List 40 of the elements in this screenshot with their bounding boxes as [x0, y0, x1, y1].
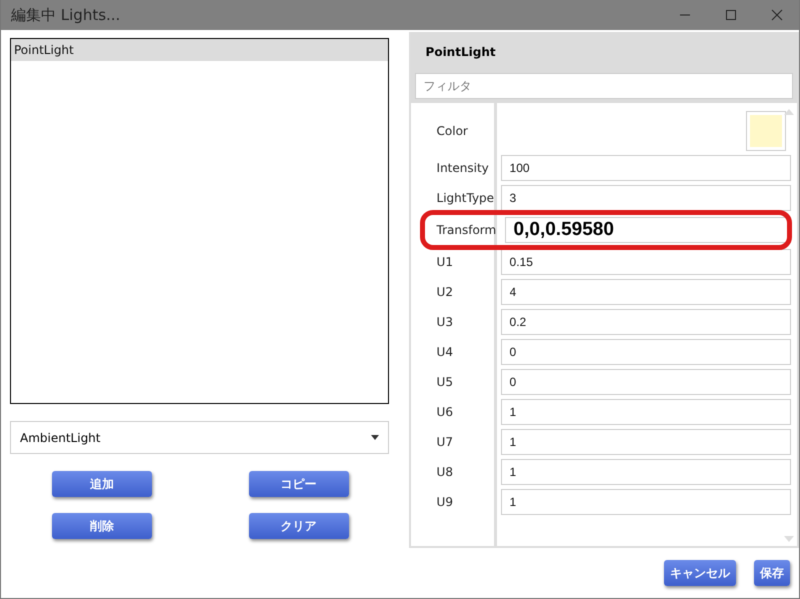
property-label: U1: [436, 255, 454, 269]
window-title: 編集中 Lights...: [11, 6, 120, 24]
property-field[interactable]: 0: [500, 369, 791, 395]
property-label: U9: [436, 495, 454, 509]
property-field[interactable]: 0.2: [500, 309, 791, 335]
panel-title: PointLight: [424, 45, 497, 59]
property-field[interactable]: 0: [500, 339, 791, 365]
close-icon[interactable]: [771, 9, 783, 21]
property-field[interactable]: 1: [500, 429, 791, 455]
light-type-dropdown[interactable]: AmbientLight: [10, 421, 389, 454]
property-field[interactable]: 4: [500, 279, 791, 305]
property-field[interactable]: 3: [500, 185, 791, 211]
maximize-icon[interactable]: [725, 9, 737, 21]
property-field[interactable]: 1: [500, 489, 791, 515]
property-label: U4: [436, 345, 454, 359]
list-item[interactable]: PointLight: [11, 39, 388, 61]
property-label: U5: [436, 375, 454, 389]
caret-icon: [370, 435, 379, 440]
action-button[interactable]: コピー: [248, 471, 349, 497]
property-label: U8: [436, 465, 454, 479]
action-button[interactable]: 削除: [52, 513, 152, 539]
property-label: U2: [436, 285, 454, 299]
property-label: U3: [436, 315, 454, 329]
property-label: U6: [436, 405, 454, 419]
property-label: U7: [436, 435, 454, 449]
dialog-button[interactable]: 保存: [754, 560, 790, 586]
action-button[interactable]: 追加: [52, 471, 152, 497]
property-field[interactable]: 0,0,0.59580: [504, 217, 791, 243]
color-swatch[interactable]: [747, 112, 785, 150]
property-label: LightType: [436, 191, 495, 205]
property-field[interactable]: 100: [500, 155, 791, 181]
property-field[interactable]: 1: [500, 399, 791, 425]
dialog-button[interactable]: キャンセル: [664, 560, 736, 586]
property-field[interactable]: 0.15: [500, 249, 791, 275]
property-label: Transform: [436, 223, 495, 237]
filter-field[interactable]: フィルタ: [414, 73, 793, 99]
property-label: Color: [436, 124, 469, 138]
property-label: Intensity: [436, 161, 490, 175]
property-field[interactable]: 1: [500, 459, 791, 485]
action-button[interactable]: クリア: [248, 513, 349, 539]
